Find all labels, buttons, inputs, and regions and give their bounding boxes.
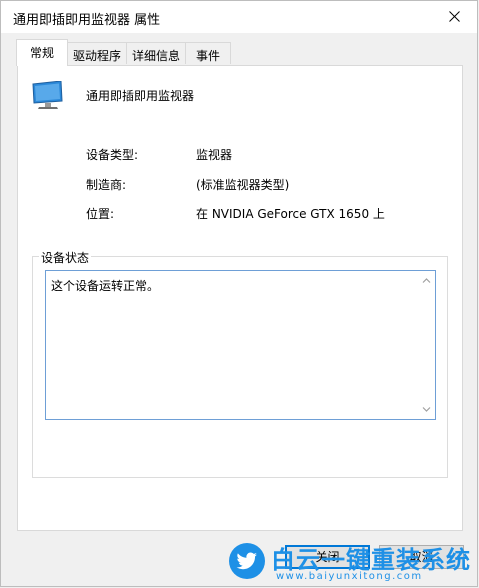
tab-label: 驱动程序 (72, 49, 121, 63)
device-name: 通用即插即用监视器 (86, 89, 195, 103)
device-status-label: 设备状态 (39, 249, 92, 266)
twitter-bird-icon (229, 543, 265, 579)
monitor-icon (32, 81, 63, 109)
properties-dialog: 通用即插即用监视器 属性 常规 驱动程序 详细信息 事件 通用即插即用监视器 设… (0, 0, 478, 587)
tab-driver[interactable]: 驱动程序 (67, 42, 127, 64)
tab-label: 事件 (195, 49, 220, 63)
scroll-up-icon[interactable] (422, 277, 431, 284)
device-type-label: 设备类型: (86, 148, 139, 162)
close-icon (448, 11, 460, 22)
location-value: 在 NVIDIA GeForce GTX 1650 上 (196, 207, 385, 221)
device-status-text: 这个设备运转正常。 (51, 279, 160, 293)
device-status-textbox[interactable]: 这个设备运转正常。 (45, 270, 436, 420)
manufacturer-value: (标准监视器类型) (196, 178, 290, 192)
tab-details[interactable]: 详细信息 (126, 42, 186, 64)
location-label: 位置: (86, 207, 115, 221)
window-title: 通用即插即用监视器 属性 (13, 13, 161, 28)
scroll-down-icon[interactable] (422, 406, 431, 413)
status-scrollbar[interactable] (418, 271, 435, 419)
watermark: 白云一键重装系统 www.baiyunxitong.com (228, 540, 478, 586)
manufacturer-label: 制造商: (86, 178, 127, 192)
device-type-value: 监视器 (196, 148, 233, 162)
watermark-brand: 白云一键重装系统 (271, 546, 471, 574)
tab-general[interactable]: 常规 (16, 39, 68, 66)
title-bar[interactable]: 通用即插即用监视器 属性 (1, 1, 477, 33)
tab-events[interactable]: 事件 (185, 42, 231, 64)
watermark-url: www.baiyunxitong.com (276, 571, 423, 582)
tab-label: 常规 (29, 46, 54, 60)
close-button[interactable] (431, 1, 477, 32)
tab-label: 详细信息 (131, 49, 180, 63)
